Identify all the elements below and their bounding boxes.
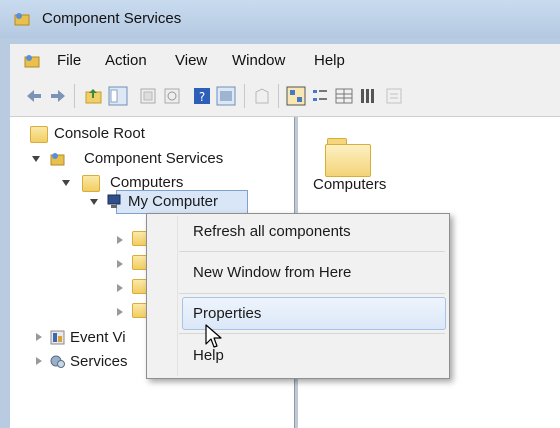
expand-arrow-icon[interactable] — [36, 357, 42, 365]
expand-arrow-icon[interactable] — [117, 260, 123, 268]
help-icon[interactable]: ? — [192, 86, 212, 106]
small-icons-view-icon[interactable] — [310, 86, 330, 106]
expand-arrow-icon[interactable] — [90, 199, 98, 205]
tree-item-label: My Computer — [128, 193, 219, 210]
computer-icon — [107, 194, 121, 208]
menu-item-refresh-all-components[interactable]: Refresh all components — [193, 221, 351, 243]
toolbar-separator — [74, 84, 75, 108]
forward-icon[interactable] — [48, 86, 68, 106]
expand-arrow-icon[interactable] — [117, 236, 123, 244]
menu-action[interactable]: Action — [105, 52, 147, 69]
expand-arrow-icon[interactable] — [117, 308, 123, 316]
services-icon — [50, 355, 65, 368]
back-icon[interactable] — [24, 86, 44, 106]
expand-arrow-icon[interactable] — [32, 156, 40, 162]
new-window-icon[interactable] — [252, 86, 272, 106]
event-viewer-icon — [50, 330, 65, 345]
menu-item-new-window-from-here[interactable]: New Window from Here — [193, 262, 351, 284]
folder-icon — [30, 126, 48, 143]
expand-arrow-icon[interactable] — [36, 333, 42, 341]
menu-gutter — [177, 216, 178, 376]
expand-arrow-icon[interactable] — [117, 284, 123, 292]
mouse-cursor-icon — [205, 324, 222, 348]
tree-item-label: Component Services — [84, 150, 224, 167]
component-services-icon — [14, 13, 30, 26]
expand-arrow-icon[interactable] — [62, 180, 70, 186]
tree-item-label: Services — [70, 353, 128, 370]
menu-help[interactable]: Help — [314, 52, 345, 69]
large-icons-view-icon[interactable] — [286, 86, 306, 106]
detail-view-icon[interactable] — [358, 86, 378, 106]
menu-bar: File Action View Window Help — [10, 44, 560, 79]
folder-body — [325, 144, 371, 177]
svg-text:?: ? — [199, 90, 205, 104]
menu-view[interactable]: View — [175, 52, 207, 69]
menu-separator — [179, 293, 445, 294]
window-title: Component Services — [42, 10, 182, 27]
up-folder-icon[interactable] — [84, 86, 104, 106]
refresh-icon[interactable] — [162, 86, 182, 106]
toolbar-separator — [278, 84, 279, 108]
component-services-icon — [50, 153, 65, 166]
export-icon[interactable] — [138, 86, 158, 106]
menu-window[interactable]: Window — [232, 52, 285, 69]
toolbar-separator — [244, 84, 245, 108]
computers-folder-icon[interactable] — [325, 138, 371, 177]
folder-icon — [82, 175, 100, 192]
system-menu-icon[interactable] — [24, 53, 42, 69]
tree-item-label: Console Root — [54, 125, 145, 142]
context-menu: Refresh all components New Window from H… — [146, 213, 450, 379]
menu-file[interactable]: File — [57, 52, 81, 69]
list-view-icon[interactable] — [334, 86, 354, 106]
tree-item-label: Event Vi — [70, 329, 126, 346]
properties-icon[interactable] — [384, 86, 404, 106]
content-item-label[interactable]: Computers — [313, 176, 386, 193]
menu-item-properties[interactable]: Properties — [193, 303, 261, 325]
title-bar: Component Services — [0, 0, 560, 38]
toolbar: ? — [10, 78, 560, 117]
menu-separator — [179, 251, 445, 252]
console-icon[interactable] — [216, 86, 236, 106]
show-hide-tree-icon[interactable] — [108, 86, 128, 106]
